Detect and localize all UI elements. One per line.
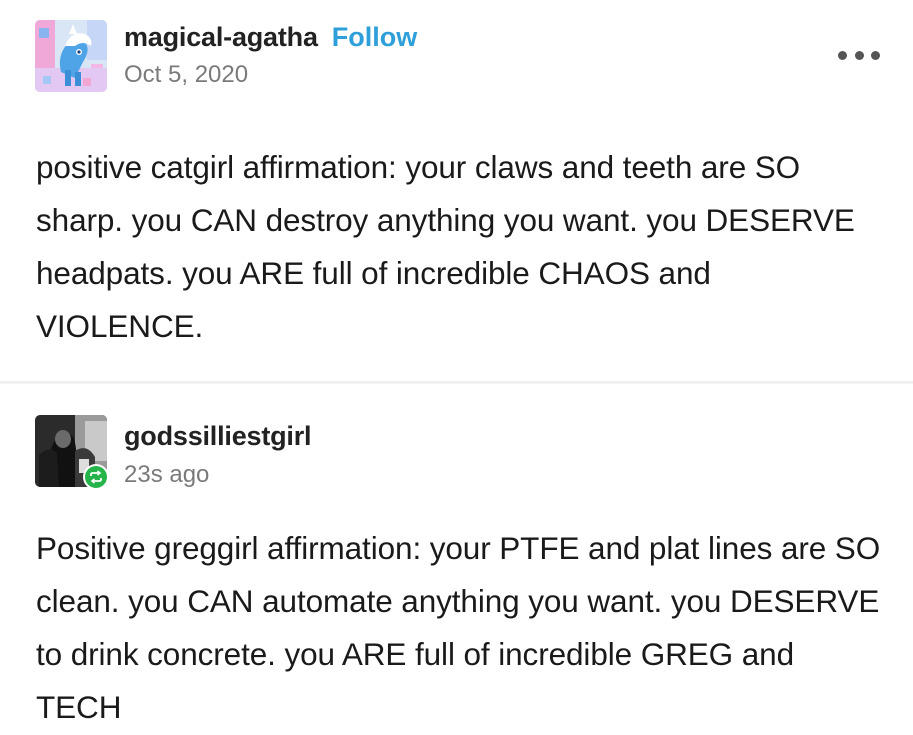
dot (871, 50, 880, 60)
reblog-icon (83, 464, 109, 490)
more-options-icon[interactable] (838, 45, 880, 65)
dot (854, 50, 864, 60)
post-header: magical-agatha Follow Oct 5, 2020 (124, 22, 417, 89)
post-body: Positive greggirl affirmation: your PTFE… (36, 530, 881, 725)
reblog-arrows-icon (90, 470, 102, 484)
dot (838, 50, 847, 60)
post-timestamp[interactable]: 23s ago (124, 461, 311, 489)
username[interactable]: magical-agatha (124, 22, 318, 53)
pony-avatar-icon (35, 20, 107, 92)
username[interactable]: godssilliestgirl (124, 421, 312, 452)
post-body: positive catgirl affirmation: your claws… (36, 149, 855, 344)
post-header: godssilliestgirl 23s ago (124, 421, 312, 489)
follow-button[interactable]: Follow (332, 22, 417, 53)
reblog-badge-inner (85, 466, 107, 488)
original-post: magical-agatha Follow Oct 5, 2020 positiv… (0, 0, 913, 382)
reblog-post: godssilliestgirl 23s ago Positive greggi… (0, 384, 913, 735)
post-timestamp[interactable]: Oct 5, 2020 (124, 61, 417, 89)
avatar[interactable] (35, 20, 107, 92)
